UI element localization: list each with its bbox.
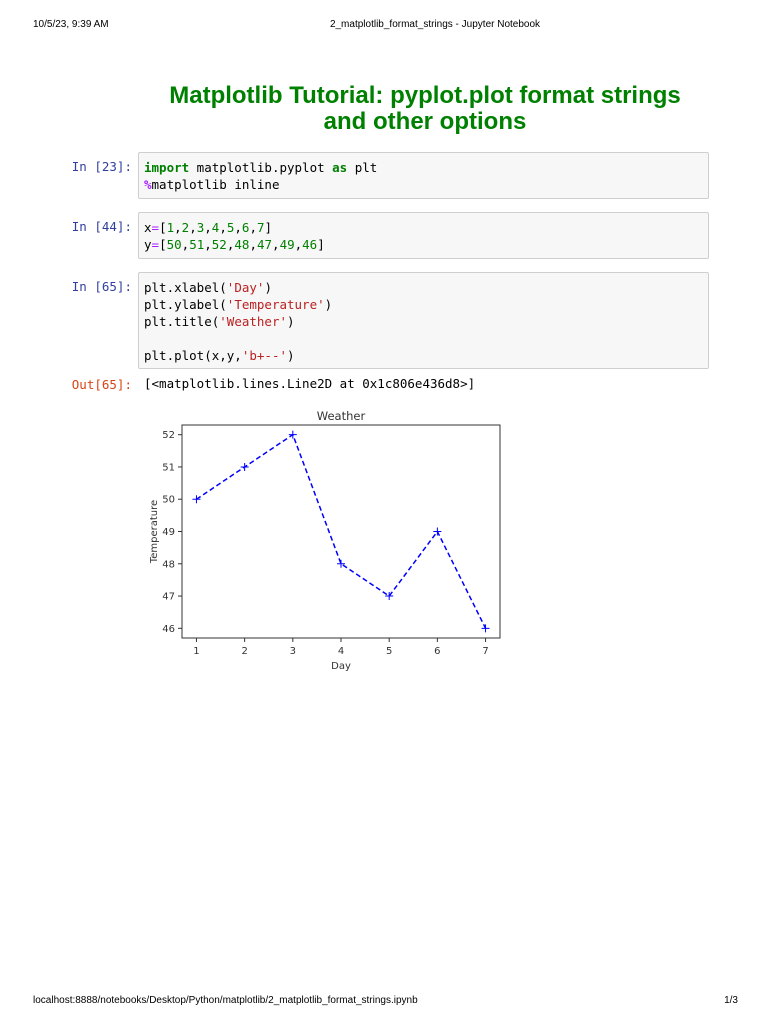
cell-prompt: In [65]: xyxy=(71,279,132,294)
code-token: plt.title( xyxy=(144,314,220,329)
code-token: , xyxy=(189,220,197,235)
chart-title: Weather xyxy=(317,409,366,423)
code-token: 'b+--' xyxy=(241,348,287,363)
code-token: y xyxy=(144,237,152,252)
code-token: ) xyxy=(324,297,333,312)
code-line: plt.plot(x,y,'b+--') xyxy=(144,347,703,364)
code-token: [ xyxy=(159,220,167,235)
weather-chart: 1 2 3 4 5 6 7 46 47 48 49 50 51 52 Weather Day Temperatu… xyxy=(145,405,507,671)
code-token: 51 xyxy=(189,237,205,252)
x-tick-label: 2 xyxy=(241,646,247,657)
code-token: 'Weather' xyxy=(219,314,287,329)
y-tick-label: 47 xyxy=(162,592,175,603)
code-token: 46 xyxy=(302,237,318,252)
code-line: x=[1,2,3,4,5,6,7] xyxy=(144,219,703,236)
code-token: 47 xyxy=(256,237,273,252)
code-token: , xyxy=(249,220,257,235)
code-cell[interactable]: plt.xlabel('Day') plt.ylabel('Temperature… xyxy=(138,272,709,369)
code-token: = xyxy=(151,220,160,235)
code-token: plt.ylabel( xyxy=(144,297,227,312)
code-token: import xyxy=(144,160,190,175)
code-token: ) xyxy=(264,280,272,295)
code-token: matplotlib.pyplot xyxy=(189,160,333,175)
code-line: plt.title('Weather') xyxy=(144,313,703,330)
y-tick-label: 46 xyxy=(162,624,175,635)
cell-prompt: In [23]: xyxy=(71,159,132,174)
code-token: x xyxy=(144,220,152,235)
print-page-title: 2_matplotlib_format_strings - Jupyter No… xyxy=(329,19,541,30)
code-token: , xyxy=(204,220,212,235)
output-prompt: Out[65]: xyxy=(71,377,132,392)
y-axis-label: Temperature xyxy=(149,500,160,564)
code-token: ] xyxy=(317,237,325,252)
code-token: , xyxy=(272,237,280,252)
code-token: matplotlib inline xyxy=(151,177,280,192)
y-tick-label: 49 xyxy=(162,527,175,538)
code-line: %matplotlib inline xyxy=(144,176,703,193)
code-token: 48 xyxy=(234,237,250,252)
code-token: as xyxy=(332,160,348,175)
title-line-2: and other options xyxy=(323,108,527,135)
code-cell[interactable]: x=[1,2,3,4,5,6,7] y=[50,51,52,48,47,49,46… xyxy=(138,212,709,259)
code-token: 'Day' xyxy=(226,280,265,295)
code-token: [ xyxy=(159,237,167,252)
code-line: plt.xlabel('Day') xyxy=(144,279,703,296)
footer-url: localhost:8888/notebooks/Desktop/Python/… xyxy=(33,995,418,1006)
code-line: y=[50,51,52,48,47,49,46] xyxy=(144,236,703,253)
y-tick-label: 52 xyxy=(162,430,175,441)
x-tick-label: 4 xyxy=(338,646,344,657)
code-token: 49 xyxy=(279,237,295,252)
x-tick-label: 1 xyxy=(193,646,199,657)
x-axis-label: Day xyxy=(331,661,351,671)
chart-background xyxy=(145,405,507,671)
code-token: , xyxy=(204,237,212,252)
code-token: ] xyxy=(264,220,273,235)
code-token: plt.xlabel( xyxy=(144,280,227,295)
code-token: 7 xyxy=(256,220,265,235)
code-token: 52 xyxy=(211,237,227,252)
notebook-title: Matplotlib Tutorial: pyplot.plot format … xyxy=(0,83,768,135)
code-token: plt xyxy=(347,160,378,175)
x-tick-label: 5 xyxy=(386,646,392,657)
code-token: 50 xyxy=(166,237,182,252)
code-token: % xyxy=(144,177,152,192)
title-line-1: Matplotlib Tutorial: pyplot.plot format … xyxy=(169,82,681,109)
output-text: [<matplotlib.lines.Line2D at 0x1c806e436… xyxy=(144,376,476,391)
code-token: = xyxy=(151,237,160,252)
x-tick-label: 7 xyxy=(482,646,488,657)
code-token: plt.plot(x,y, xyxy=(144,348,242,363)
code-token: , xyxy=(174,220,182,235)
code-line: import matplotlib.pyplot as plt xyxy=(144,159,703,176)
footer-page-number: 1/3 xyxy=(724,995,738,1006)
code-token: ) xyxy=(287,314,295,329)
y-tick-label: 51 xyxy=(162,462,175,473)
code-token: 'Temperature' xyxy=(226,297,325,312)
code-token: ) xyxy=(287,348,295,363)
code-token: 1 xyxy=(166,220,175,235)
y-tick-label: 48 xyxy=(162,559,175,570)
code-line: plt.ylabel('Temperature') xyxy=(144,296,703,313)
cell-prompt: In [44]: xyxy=(71,219,132,234)
code-token: , xyxy=(219,220,227,235)
y-tick-label: 50 xyxy=(162,495,175,506)
x-tick-label: 3 xyxy=(290,646,296,657)
code-token: , xyxy=(249,237,257,252)
code-token: , xyxy=(234,220,242,235)
code-cell[interactable]: import matplotlib.pyplot as plt %matplotl… xyxy=(138,152,709,199)
x-tick-label: 6 xyxy=(434,646,440,657)
